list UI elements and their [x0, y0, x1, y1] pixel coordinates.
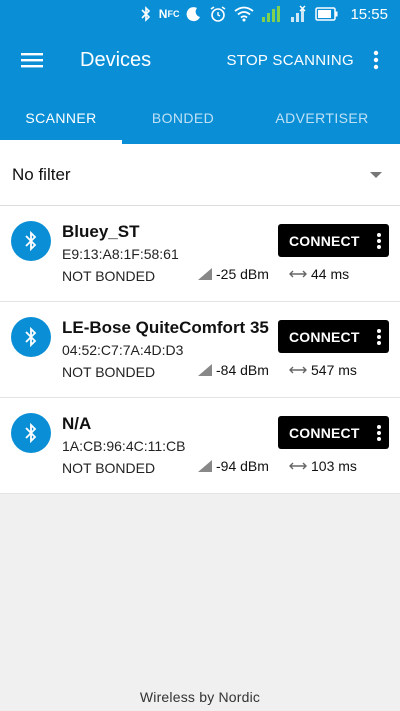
- interval-value: 44 ms: [311, 266, 350, 282]
- more-options-icon[interactable]: [366, 46, 386, 74]
- device-name: N/A: [62, 414, 92, 433]
- rssi-readout: -25 dBm: [198, 266, 269, 282]
- device-address: 04:52:C7:7A:4D:D3: [62, 342, 184, 358]
- rssi-readout: -84 dBm: [198, 362, 269, 378]
- device-address: E9:13:A8:1F:58:61: [62, 246, 179, 262]
- status-time: 15:55: [350, 5, 388, 23]
- device-row[interactable]: N/A 1A:CB:96:4C:11:CB NOT BONDED -94 dBm…: [0, 398, 400, 494]
- connect-label: CONNECT: [289, 328, 360, 345]
- connect-button[interactable]: CONNECT: [278, 224, 389, 257]
- signal-strength-icon: [198, 268, 212, 280]
- device-row[interactable]: Bluey_ST E9:13:A8:1F:58:61 NOT BONDED -2…: [0, 206, 400, 302]
- interval-value: 547 ms: [311, 362, 357, 378]
- connect-label: CONNECT: [289, 232, 360, 249]
- rssi-value: -94 dBm: [216, 458, 269, 474]
- device-name: Bluey_ST: [62, 222, 140, 241]
- tab-advertiser[interactable]: ADVERTISER: [244, 92, 400, 144]
- battery-icon: [315, 5, 339, 23]
- hamburger-menu-icon[interactable]: [18, 46, 46, 74]
- connect-button[interactable]: CONNECT: [278, 416, 389, 449]
- page-title: Devices: [80, 48, 152, 71]
- interval-icon: [289, 462, 307, 470]
- dropdown-arrow-icon: [370, 171, 382, 178]
- filter-dropdown[interactable]: No filter: [0, 144, 400, 206]
- interval-readout: 44 ms: [289, 266, 349, 282]
- footer-brand: Wireless by Nordic: [139, 689, 261, 705]
- interval-readout: 103 ms: [289, 458, 357, 474]
- rssi-value: -25 dBm: [216, 266, 269, 282]
- tab-bonded[interactable]: BONDED: [122, 92, 244, 144]
- device-list: Bluey_ST E9:13:A8:1F:58:61 NOT BONDED -2…: [0, 206, 400, 494]
- signal-icon: [261, 5, 283, 23]
- device-row[interactable]: LE-Bose QuiteComfort 35 04:52:C7:7A:4D:D…: [0, 302, 400, 398]
- tab-scanner[interactable]: SCANNER: [0, 92, 122, 144]
- device-name: LE-Bose QuiteComfort 35: [62, 318, 269, 337]
- stop-scanning-button[interactable]: STOP SCANNING: [226, 52, 354, 69]
- connect-button[interactable]: CONNECT: [278, 320, 389, 353]
- signal-strength-icon: [198, 460, 212, 472]
- device-address: 1A:CB:96:4C:11:CB: [62, 438, 186, 454]
- interval-value: 103 ms: [311, 458, 357, 474]
- device-menu-icon[interactable]: [369, 416, 389, 449]
- bluetooth-device-icon: [11, 317, 51, 357]
- alarm-icon: [209, 5, 227, 23]
- bond-status: NOT BONDED: [62, 460, 156, 476]
- device-menu-icon[interactable]: [369, 224, 389, 257]
- connect-label: CONNECT: [289, 424, 360, 441]
- rssi-readout: -94 dBm: [198, 458, 269, 474]
- signal-strength-icon: [198, 364, 212, 376]
- bluetooth-icon: [140, 5, 152, 23]
- bond-status: NOT BONDED: [62, 364, 156, 380]
- interval-icon: [289, 270, 307, 278]
- bluetooth-device-icon: [11, 413, 51, 453]
- device-menu-icon[interactable]: [369, 320, 389, 353]
- bond-status: NOT BONDED: [62, 268, 156, 284]
- moon-icon: [186, 5, 202, 23]
- rssi-value: -84 dBm: [216, 362, 269, 378]
- bluetooth-device-icon: [11, 221, 51, 261]
- wifi-icon: [234, 5, 255, 23]
- no-signal-icon: [290, 5, 308, 23]
- app-bar: Devices STOP SCANNING: [0, 28, 400, 92]
- interval-icon: [289, 366, 307, 374]
- filter-label: No filter: [12, 164, 71, 184]
- interval-readout: 547 ms: [289, 362, 357, 378]
- status-bar: N FC 15:55: [0, 0, 400, 28]
- tab-bar: SCANNER BONDED ADVERTISER: [0, 92, 400, 144]
- nfc-icon: N FC: [158, 7, 180, 21]
